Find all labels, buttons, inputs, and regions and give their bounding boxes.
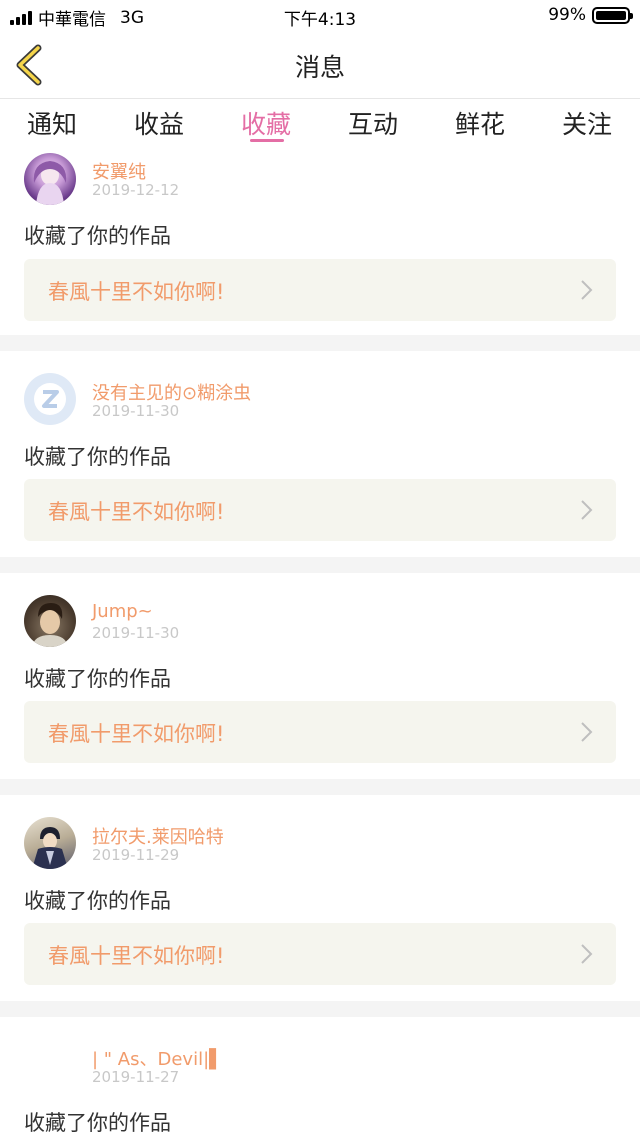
chevron-right-icon [581,722,593,742]
status-time: 下午4:13 [283,10,357,30]
tab-bar: 通知 收益 收藏 互动 鲜花 关注 [0,99,640,149]
chevron-right-icon [581,500,593,520]
chevron-right-icon [581,944,593,964]
anime-avatar-image [33,161,67,205]
avatar[interactable] [24,373,76,425]
tab-flowers[interactable]: 鲜花 [430,105,530,141]
work-title: 春風十里不如你啊! [48,944,225,968]
avatar[interactable] [24,153,76,205]
message-date: 2019-12-12 [92,181,180,199]
chevron-right-icon [581,280,593,300]
divider [0,335,640,351]
tab-following[interactable]: 关注 [537,105,637,141]
divider [0,1001,640,1017]
work-card[interactable]: 春風十里不如你啊! [24,701,616,763]
work-card[interactable]: 春風十里不如你啊! [24,479,616,541]
action-text: 收藏了你的作品 [24,889,171,913]
active-tab-indicator [250,139,284,142]
work-card[interactable]: 春風十里不如你啊! [24,923,616,985]
action-text: 收藏了你的作品 [24,667,171,691]
action-text: 收藏了你的作品 [24,445,171,469]
list-item: 拉尔夫.莱因哈特 2019-11-29 收藏了你的作品 春風十里不如你啊! [0,795,640,1001]
avatar[interactable] [24,595,76,647]
photo-avatar-image [32,603,68,647]
message-date: 2019-11-29 [92,846,180,864]
work-title: 春風十里不如你啊! [48,722,225,746]
work-card[interactable]: 春風十里不如你啊! [24,259,616,321]
action-text: 收藏了你的作品 [24,224,171,248]
tab-favorites[interactable]: 收藏 [216,105,316,141]
avatar[interactable] [24,817,76,869]
status-bar: 中華電信 3G 下午4:13 99% [0,0,640,32]
status-right: 99% [548,5,633,25]
work-title: 春風十里不如你啊! [48,500,225,524]
list-item: 没有主见的⊙糊涂虫 2019-11-30 收藏了你的作品 春風十里不如你啊! [0,351,640,557]
message-date: 2019-11-30 [92,402,180,420]
message-date: 2019-11-30 [92,624,180,642]
list-item: Jump~ 2019-11-30 收藏了你的作品 春風十里不如你啊! [0,573,640,779]
tab-interaction[interactable]: 互动 [323,105,423,141]
default-avatar-image [34,383,66,415]
divider [0,557,640,573]
battery-percent: 99% [548,5,586,25]
tab-earnings[interactable]: 收益 [109,105,209,141]
message-list: 安翼纯 2019-12-12 收藏了你的作品 春風十里不如你啊! 没有主见的⊙糊… [0,149,640,1138]
avatar[interactable] [24,1039,76,1091]
anime-avatar-image [32,827,68,869]
navigation-bar: 消息 [0,32,640,99]
action-text: 收藏了你的作品 [24,1111,171,1135]
page-title: 消息 [294,53,345,82]
list-item: | " As、Devil|▌ 2019-11-27 收藏了你的作品 [0,1017,640,1138]
divider [0,779,640,795]
battery-icon [592,6,633,24]
list-item: 安翼纯 2019-12-12 收藏了你的作品 春風十里不如你啊! [0,149,640,335]
tab-notification[interactable]: 通知 [2,105,102,141]
work-title: 春風十里不如你啊! [48,280,225,304]
message-date: 2019-11-27 [92,1068,180,1086]
username[interactable]: Jump~ [92,601,153,622]
